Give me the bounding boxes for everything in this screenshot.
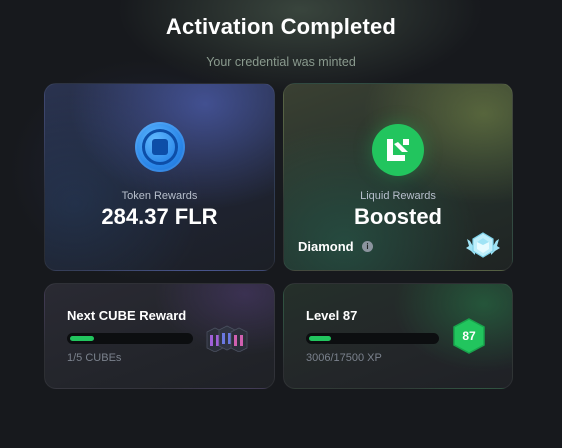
tier-label: Diamond (298, 239, 354, 254)
cube-progress-text: 1/5 CUBEs (67, 352, 122, 364)
token-rewards-label: Token Rewards (121, 190, 198, 202)
level-card: Level 87 3006/17500 XP 87 (283, 283, 513, 389)
info-icon[interactable]: i (362, 241, 373, 252)
cube-progress-bar (67, 333, 193, 344)
level-title: Level 87 (306, 308, 358, 323)
xp-progress-bar (306, 333, 439, 344)
token-rewards-card: Token Rewards 284.37 FLR (44, 83, 275, 271)
liquid-rewards-value: Boosted (354, 204, 442, 229)
page-subtitle: Your credential was minted (206, 55, 356, 69)
liquid-rewards-label: Liquid Rewards (360, 190, 436, 202)
liquid-logo-icon (372, 124, 424, 176)
cube-progress-fill (70, 336, 94, 341)
page-title: Activation Completed (165, 14, 397, 39)
xp-progress-fill (309, 336, 331, 341)
xp-progress-text: 3006/17500 XP (306, 352, 382, 364)
liquid-rewards-card: Liquid Rewards Boosted Diamond i (283, 83, 513, 271)
cube-reward-title: Next CUBE Reward (67, 308, 187, 323)
cube-reward-card: Next CUBE Reward 1/5 CUBEs (44, 283, 275, 389)
level-badge-value: 87 (462, 329, 476, 343)
diamond-badge-icon (466, 232, 500, 258)
token-rewards-value: 284.37 FLR (101, 204, 218, 229)
flare-coin-icon (135, 122, 185, 172)
cubes-icon (206, 325, 248, 352)
